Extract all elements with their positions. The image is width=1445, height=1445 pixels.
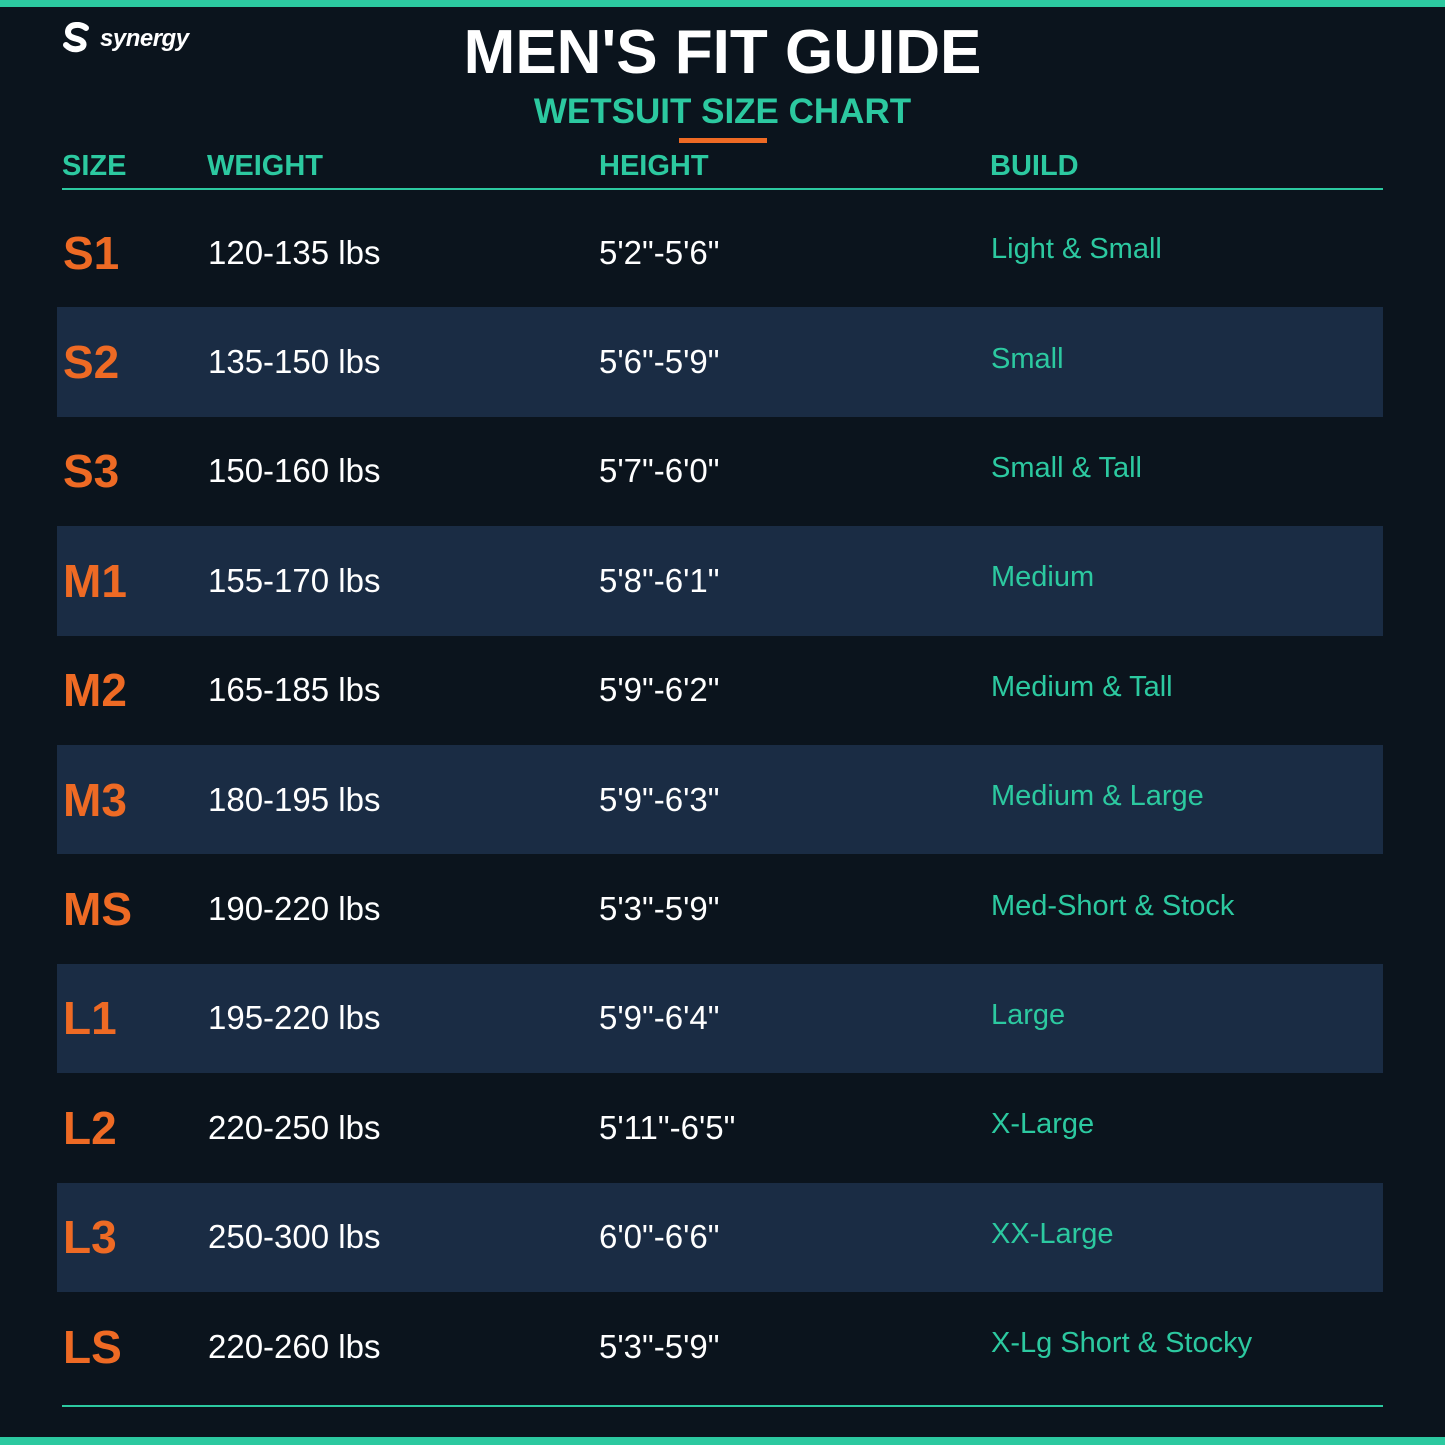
- height-cell: 5'9"-6'4": [599, 999, 720, 1037]
- weight-cell: 150-160 lbs: [208, 452, 381, 490]
- height-cell: 5'9"-6'2": [599, 671, 720, 709]
- weight-cell: 155-170 lbs: [208, 561, 381, 599]
- height-cell: 5'3"-5'9": [599, 1327, 720, 1365]
- weight-cell: 220-250 lbs: [208, 1108, 381, 1146]
- weight-cell: 190-220 lbs: [208, 890, 381, 928]
- size-cell: S3: [63, 445, 120, 498]
- weight-cell: 135-150 lbs: [208, 343, 381, 381]
- header-weight: WEIGHT: [207, 150, 323, 182]
- height-cell: 6'0"-6'6": [599, 1218, 720, 1256]
- table-row: M1 155-170 lbs 5'8"-6'1" Medium: [57, 526, 1383, 636]
- weight-cell: 120-135 lbs: [208, 233, 381, 271]
- table-row: S1 120-135 lbs 5'2"-5'6" Light & Small: [57, 198, 1383, 307]
- height-cell: 5'6"-5'9": [599, 343, 720, 381]
- table-row: M3 180-195 lbs 5'9"-6'3" Medium & Large: [57, 744, 1383, 855]
- size-cell: M3: [63, 773, 127, 826]
- footer-divider: [62, 1405, 1383, 1407]
- table-row: L1 195-220 lbs 5'9"-6'4" Large: [57, 963, 1383, 1074]
- table-row: S2 135-150 lbs 5'6"-5'9" Small: [57, 307, 1383, 417]
- size-cell: S2: [63, 336, 120, 389]
- weight-cell: 250-300 lbs: [208, 1218, 381, 1256]
- build-cell: Light & Small: [991, 233, 1162, 266]
- height-cell: 5'8"-6'1": [599, 561, 720, 599]
- build-cell: Small: [991, 342, 1064, 375]
- height-cell: 5'9"-6'3": [599, 780, 720, 818]
- table-row: S3 150-160 lbs 5'7"-6'0" Small & Tall: [57, 417, 1383, 526]
- build-cell: X-Large: [991, 1108, 1095, 1141]
- build-cell: Medium & Tall: [991, 670, 1173, 703]
- weight-cell: 165-185 lbs: [208, 671, 381, 709]
- size-cell: M1: [63, 554, 127, 607]
- table-row: M2 165-185 lbs 5'9"-6'2" Medium & Tall: [57, 636, 1383, 745]
- top-accent-bar: [0, 0, 1445, 7]
- table-row: LS 220-260 lbs 5'3"-5'9" X-Lg Short & St…: [57, 1292, 1383, 1401]
- header-build: BUILD: [990, 150, 1079, 182]
- build-cell: Large: [991, 998, 1066, 1031]
- size-cell: LS: [63, 1320, 122, 1373]
- page-subtitle: WETSUIT SIZE CHART: [533, 92, 912, 131]
- weight-cell: 195-220 lbs: [208, 999, 381, 1037]
- height-cell: 5'3"-5'9": [599, 890, 720, 928]
- weight-cell: 180-195 lbs: [208, 780, 381, 818]
- table-row: L3 250-300 lbs 6'0"-6'6" XX-Large: [57, 1182, 1383, 1292]
- height-cell: 5'11"-6'5": [599, 1108, 736, 1146]
- header-height: HEIGHT: [599, 150, 709, 182]
- weight-cell: 220-260 lbs: [208, 1327, 381, 1365]
- build-cell: XX-Large: [991, 1217, 1114, 1250]
- size-cell: M2: [63, 664, 127, 717]
- build-cell: Small & Tall: [991, 451, 1142, 484]
- size-cell: L2: [63, 1101, 117, 1154]
- build-cell: Medium: [991, 561, 1095, 594]
- height-cell: 5'2"-5'6": [599, 233, 720, 271]
- height-cell: 5'7"-6'0": [599, 452, 720, 490]
- size-cell: S1: [63, 226, 120, 279]
- build-cell: X-Lg Short & Stocky: [991, 1327, 1253, 1360]
- size-cell: L1: [63, 992, 117, 1045]
- page-title: MEN'S FIT GUIDE: [463, 18, 982, 87]
- build-cell: Medium & Large: [991, 780, 1204, 813]
- bottom-accent-bar: [0, 1437, 1445, 1445]
- build-cell: Med-Short & Stock: [991, 889, 1235, 922]
- header-size: SIZE: [62, 150, 127, 182]
- table-row: L2 220-250 lbs 5'11"-6'5" X-Large: [57, 1073, 1383, 1182]
- subtitle-underline: [679, 138, 767, 143]
- header-divider: [62, 188, 1383, 190]
- size-cell: L3: [63, 1211, 117, 1264]
- table-header: SIZE WEIGHT HEIGHT BUILD: [62, 146, 1383, 186]
- table-row: MS 190-220 lbs 5'3"-5'9" Med-Short & Sto…: [57, 854, 1383, 963]
- size-cell: MS: [63, 883, 132, 936]
- size-table: S1 120-135 lbs 5'2"-5'6" Light & Small S…: [57, 198, 1383, 1401]
